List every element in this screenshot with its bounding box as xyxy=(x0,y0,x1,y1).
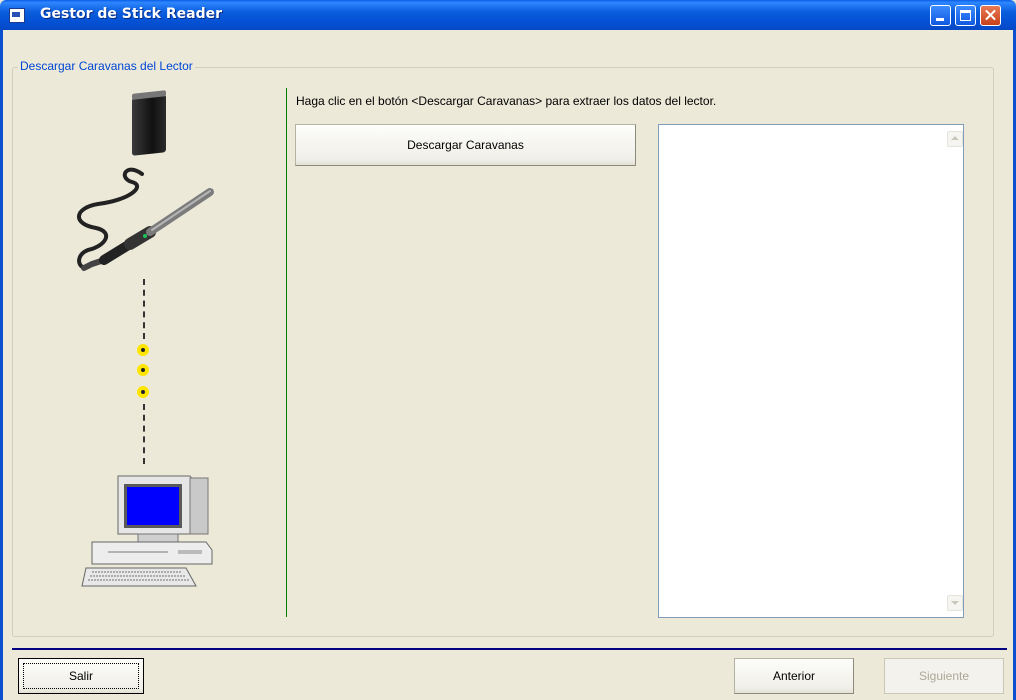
scroll-down-button[interactable] xyxy=(947,595,963,611)
previous-button[interactable]: Anterior xyxy=(734,658,854,694)
footer-separator xyxy=(12,648,1007,650)
download-tags-button[interactable]: Descargar Caravanas xyxy=(295,124,636,166)
scroll-up-button[interactable] xyxy=(947,131,963,147)
minimize-button[interactable] xyxy=(930,5,951,26)
app-icon[interactable] xyxy=(9,8,25,23)
reader-dongle-icon xyxy=(132,94,166,156)
stick-reader-icon xyxy=(77,167,214,271)
minimize-icon xyxy=(936,18,944,21)
maximize-button[interactable] xyxy=(955,5,976,26)
computer-icon xyxy=(81,475,213,587)
close-icon xyxy=(981,6,1000,25)
arrow-up-icon xyxy=(951,136,959,140)
progress-dot-icon xyxy=(137,386,149,398)
arrow-down-icon xyxy=(951,601,959,605)
connection-line-bottom xyxy=(143,404,145,464)
progress-dot-icon xyxy=(137,344,149,356)
window-border-left xyxy=(0,30,3,700)
close-button[interactable] xyxy=(980,5,1001,26)
vertical-divider xyxy=(286,88,287,617)
window-title: Gestor de Stick Reader xyxy=(40,6,222,22)
maximize-icon xyxy=(960,10,971,21)
tags-listbox[interactable] xyxy=(658,124,964,618)
next-button[interactable]: Siguiente xyxy=(884,658,1004,694)
focus-rectangle xyxy=(23,663,139,689)
exit-button[interactable]: Salir xyxy=(18,658,144,694)
progress-dot-icon xyxy=(137,364,149,376)
instruction-text: Haga clic en el botón <Descargar Caravan… xyxy=(296,94,717,108)
group-box-label: Descargar Caravanas del Lector xyxy=(18,59,195,73)
connection-line-top xyxy=(143,279,145,339)
title-bar[interactable]: Gestor de Stick Reader xyxy=(0,0,1016,30)
listbox-scrollbar[interactable] xyxy=(946,125,963,617)
